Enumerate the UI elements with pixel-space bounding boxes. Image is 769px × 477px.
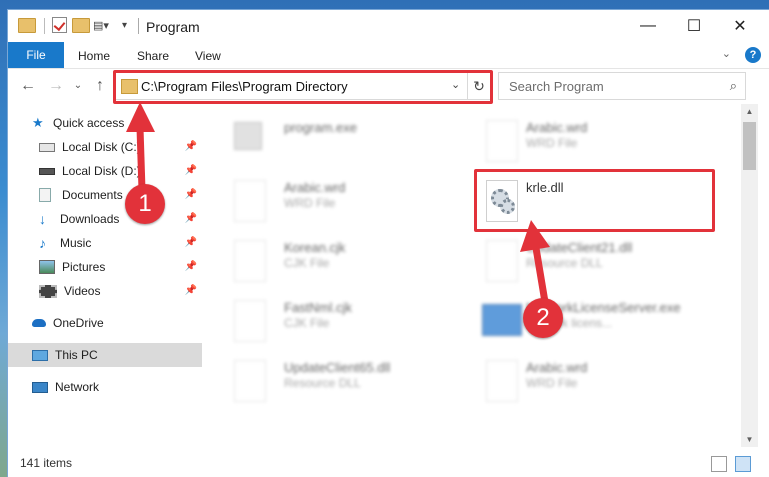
step-badge-2: 2 [523,298,563,338]
arrow-2 [520,220,550,303]
arrow-1 [126,102,155,191]
annotation-arrows [126,102,550,303]
step-badge-1: 1 [125,184,165,224]
